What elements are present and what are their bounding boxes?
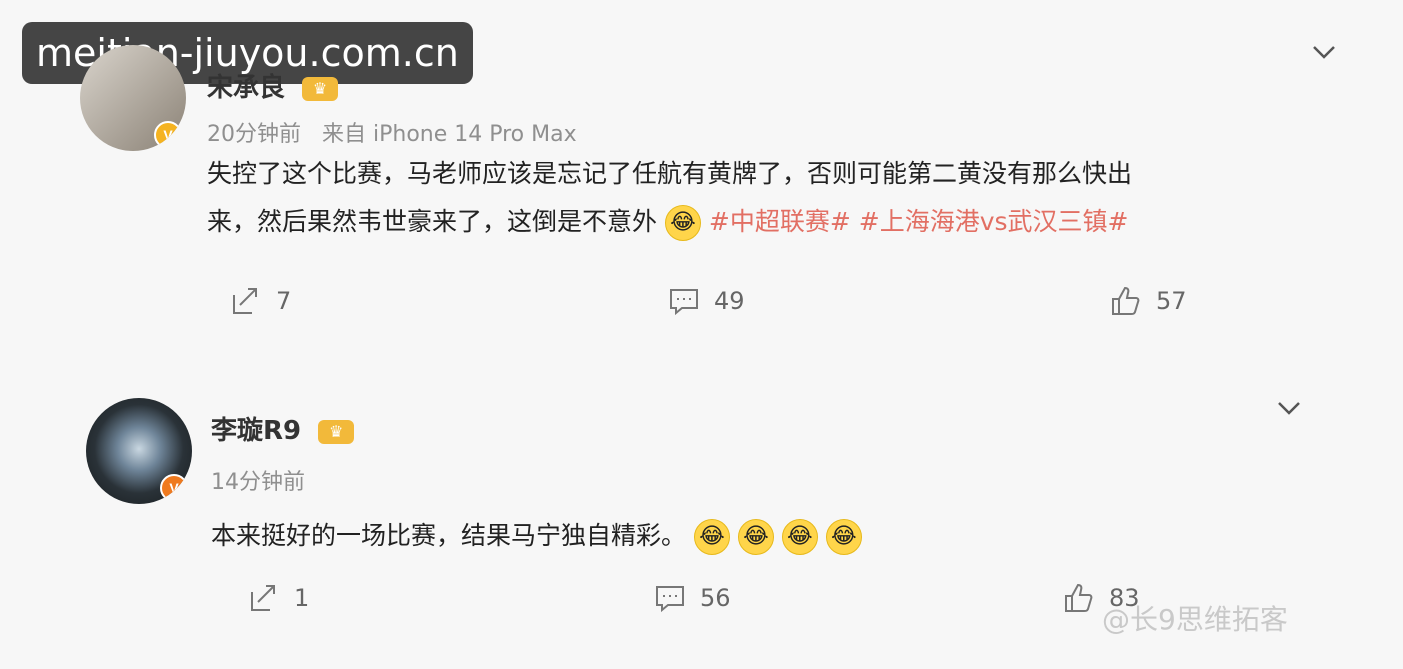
comment-line-2: 来，然后果然韦世豪来了，这倒是不意外 😂 #中超联赛# #上海海港vs武汉三镇# [207,198,1132,246]
comment-icon [656,586,684,613]
hashtag-2[interactable]: #上海海港vs武汉三镇# [859,207,1129,236]
comment-text: 失控了这个比赛，马老师应该是忘记了任航有黄牌了，否则可能第二黄没有那么快出 来，… [207,150,1132,246]
username[interactable]: 宋承良 ♛ [207,67,339,104]
meta-row: 20分钟前 来自 iPhone 14 Pro Max [207,116,577,148]
laugh-cry-emoji-icon: 😂 [781,519,818,555]
verified-badge: V [154,121,182,149]
share-action[interactable]: 1 [248,582,309,614]
comment-line-1: 失控了这个比赛，马老师应该是忘记了任航有黄牌了，否则可能第二黄没有那么快出 [207,159,1133,188]
thumbs-up-icon [1112,286,1140,315]
verified-badge: V [160,474,188,502]
comment-1: V 宋承良 ♛ 20分钟前 来自 iPhone 14 Pro Max 失控了这个… [0,0,1403,360]
comment-icon [670,289,698,316]
thumbs-up-icon [1065,583,1093,612]
hashtag-1[interactable]: #中超联赛# [709,207,851,236]
device-source: 来自 iPhone 14 Pro Max [322,122,577,147]
comment-line-2-text: 来，然后果然韦世豪来了，这倒是不意外 [207,207,658,236]
comment-line-1: 本来挺好的一场比赛，结果马宁独自精彩。 [211,521,687,550]
crown-icon: ♛ [302,76,339,101]
share-icon [233,288,257,314]
chevron-down-icon[interactable] [1310,38,1338,66]
timestamp: 14分钟前 [211,470,305,495]
watermark-bottom: @长9思维拓客 [1102,603,1288,636]
like-count: 57 [1156,287,1187,315]
like-action[interactable]: 57 [1110,285,1187,317]
crown-icon: ♛ [318,419,355,444]
laugh-cry-emoji-icon: 😂 [693,519,730,555]
comment-count: 56 [700,584,731,612]
chevron-down-icon[interactable] [1275,394,1303,422]
share-icon [251,585,275,611]
comment-text: 本来挺好的一场比赛，结果马宁独自精彩。 😂 😂 😂 😂 [211,512,862,560]
laugh-cry-emoji-icon: 😂 [737,519,774,555]
laugh-cry-emoji-icon: 😂 [825,519,862,555]
share-count: 7 [276,287,292,315]
comment-action[interactable]: 56 [654,582,731,614]
comment-count: 49 [714,287,745,315]
share-action[interactable]: 7 [230,285,291,317]
share-count: 1 [294,584,310,612]
avatar[interactable]: V [86,398,192,504]
laugh-cry-emoji-icon: 😂 [664,205,701,241]
timestamp: 20分钟前 [207,122,301,147]
meta-row: 14分钟前 [211,464,305,496]
username[interactable]: 李璇R9 ♛ [211,410,355,447]
comment-action[interactable]: 49 [668,285,745,317]
avatar[interactable]: V [80,45,186,151]
